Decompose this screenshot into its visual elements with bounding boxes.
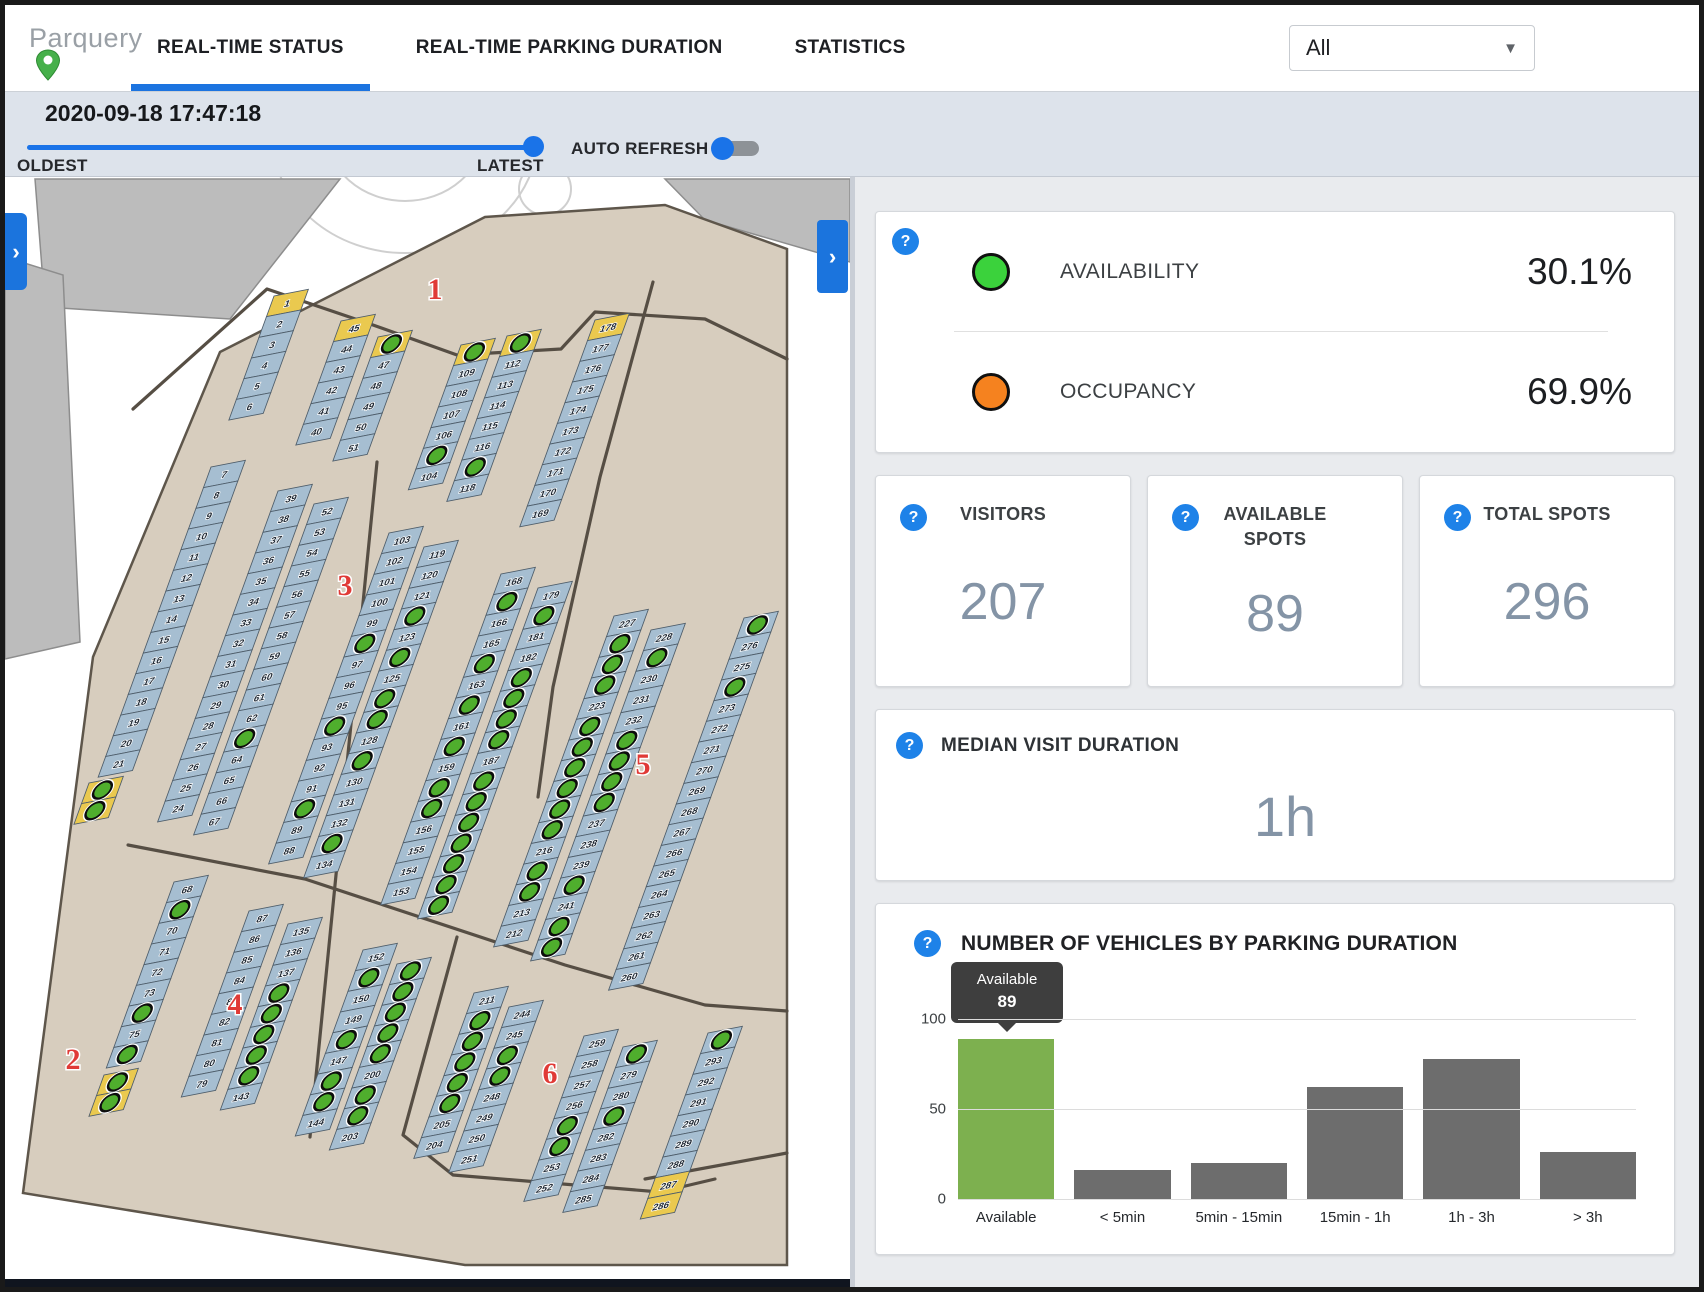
availability-occupancy-card: ? AVAILABILITY 30.1% OCCUPANCY 69.9% bbox=[875, 211, 1675, 453]
x-axis-label: 5min - 15min bbox=[1191, 1209, 1287, 1226]
x-axis-label: 1h - 3h bbox=[1423, 1209, 1519, 1226]
zone-label-5: 5 bbox=[636, 748, 651, 781]
occupancy-dot-icon bbox=[972, 373, 1010, 411]
zone-label-3: 3 bbox=[338, 569, 353, 602]
zone-label-6: 6 bbox=[543, 1057, 558, 1090]
y-axis-tick: 50 bbox=[929, 1101, 946, 1118]
top-nav-bar: Parquery REAL-TIME STATUS REAL-TIME PARK… bbox=[5, 5, 1699, 92]
bar-5min - 15min[interactable] bbox=[1191, 1163, 1287, 1199]
bar-1h - 3h[interactable] bbox=[1423, 1059, 1519, 1199]
available-spots-card: ? AVAILABLE SPOTS 89 bbox=[1147, 475, 1403, 687]
chart-tooltip: Available 89 bbox=[951, 962, 1063, 1023]
time-slider-handle[interactable] bbox=[523, 136, 544, 157]
timeline-bar: 2020-09-18 17:47:18 OLDEST LATEST AUTO R… bbox=[5, 92, 1699, 177]
total-spots-card: ? TOTAL SPOTS 296 bbox=[1419, 475, 1675, 687]
tab-statistics[interactable]: STATISTICS bbox=[791, 5, 910, 91]
stat-cards-row: ? VISITORS 207 ? AVAILABLE SPOTS 89 ? TO… bbox=[875, 475, 1675, 687]
tab-real-time-parking-duration[interactable]: REAL-TIME PARKING DURATION bbox=[412, 5, 727, 91]
x-axis-label: Available bbox=[958, 1209, 1054, 1226]
time-slider-track[interactable] bbox=[27, 145, 535, 150]
help-icon[interactable]: ? bbox=[1444, 504, 1471, 531]
gridline bbox=[958, 1019, 1636, 1020]
visitors-card: ? VISITORS 207 bbox=[875, 475, 1131, 687]
zone-label-4: 4 bbox=[228, 988, 243, 1021]
y-axis-tick: 0 bbox=[938, 1191, 946, 1208]
gridline bbox=[958, 1199, 1636, 1200]
availability-label: AVAILABILITY bbox=[1060, 260, 1199, 284]
chart-title: NUMBER OF VEHICLES BY PARKING DURATION bbox=[961, 932, 1457, 956]
help-icon[interactable]: ? bbox=[914, 930, 941, 957]
parquery-logo[interactable]: Parquery bbox=[29, 23, 159, 79]
tooltip-label: Available bbox=[951, 971, 1063, 988]
map-pin-icon bbox=[35, 49, 61, 86]
toggle-knob bbox=[711, 137, 734, 160]
availability-dot-icon bbox=[972, 253, 1010, 291]
x-axis-label: > 3h bbox=[1540, 1209, 1636, 1226]
help-icon[interactable]: ? bbox=[892, 228, 919, 255]
main-content: 1234564544434241404748495051109108107106… bbox=[5, 177, 1699, 1287]
occupancy-label: OCCUPANCY bbox=[1060, 380, 1196, 404]
tab-real-time-status[interactable]: REAL-TIME STATUS bbox=[153, 5, 348, 91]
occupancy-row: OCCUPANCY 69.9% bbox=[876, 332, 1674, 451]
zone-label-1: 1 bbox=[428, 273, 443, 306]
latest-label: LATEST bbox=[477, 156, 544, 176]
bar-15min - 1h[interactable] bbox=[1307, 1087, 1403, 1199]
expand-left-panel-button[interactable]: › bbox=[5, 213, 27, 290]
tooltip-value: 89 bbox=[951, 992, 1063, 1012]
available-spots-value: 89 bbox=[1246, 542, 1304, 686]
x-axis-label: 15min - 1h bbox=[1307, 1209, 1403, 1226]
visitors-value: 207 bbox=[960, 517, 1047, 686]
total-spots-value: 296 bbox=[1504, 517, 1591, 686]
auto-refresh-toggle[interactable] bbox=[711, 136, 761, 160]
bar-chart: Available 89 050100 bbox=[958, 1019, 1636, 1199]
x-axis-label: < 5min bbox=[1074, 1209, 1170, 1226]
availability-row: AVAILABILITY 30.1% bbox=[876, 212, 1674, 331]
stats-panel: ? AVAILABILITY 30.1% OCCUPANCY 69.9% ? V… bbox=[855, 177, 1699, 1287]
occupancy-value: 69.9% bbox=[1527, 371, 1632, 413]
zone-filter-value: All bbox=[1306, 35, 1330, 61]
help-icon[interactable]: ? bbox=[900, 504, 927, 531]
bar-> 3h[interactable] bbox=[1540, 1152, 1636, 1199]
expand-right-panel-button[interactable]: › bbox=[817, 220, 848, 293]
parking-duration-chart-card: ? NUMBER OF VEHICLES BY PARKING DURATION… bbox=[875, 903, 1675, 1255]
chevron-down-icon: ▼ bbox=[1503, 40, 1518, 57]
chart-x-labels: Available < 5min 5min - 15min 15min - 1h 1h … bbox=[958, 1209, 1636, 1226]
app-window: Parquery REAL-TIME STATUS REAL-TIME PARK… bbox=[0, 0, 1704, 1292]
nav-tabs: REAL-TIME STATUS REAL-TIME PARKING DURAT… bbox=[153, 5, 910, 91]
zone-label-2: 2 bbox=[66, 1043, 81, 1076]
zone-filter-dropdown[interactable]: All ▼ bbox=[1289, 25, 1535, 71]
median-visit-duration-card: ? MEDIAN VISIT DURATION 1h bbox=[875, 709, 1675, 881]
oldest-label: OLDEST bbox=[17, 156, 88, 176]
bar-Available[interactable] bbox=[958, 1039, 1054, 1199]
gridline bbox=[958, 1109, 1636, 1110]
current-timestamp: 2020-09-18 17:47:18 bbox=[45, 100, 261, 127]
availability-value: 30.1% bbox=[1527, 251, 1632, 293]
parking-map[interactable]: 1234564544434241404748495051109108107106… bbox=[5, 177, 850, 1287]
help-icon[interactable]: ? bbox=[1172, 504, 1199, 531]
y-axis-tick: 100 bbox=[921, 1011, 946, 1028]
bar-< 5min[interactable] bbox=[1074, 1170, 1170, 1199]
median-duration-value: 1h bbox=[896, 753, 1674, 880]
auto-refresh-label: AUTO REFRESH bbox=[571, 139, 708, 159]
bottom-dark-band bbox=[5, 1279, 850, 1292]
